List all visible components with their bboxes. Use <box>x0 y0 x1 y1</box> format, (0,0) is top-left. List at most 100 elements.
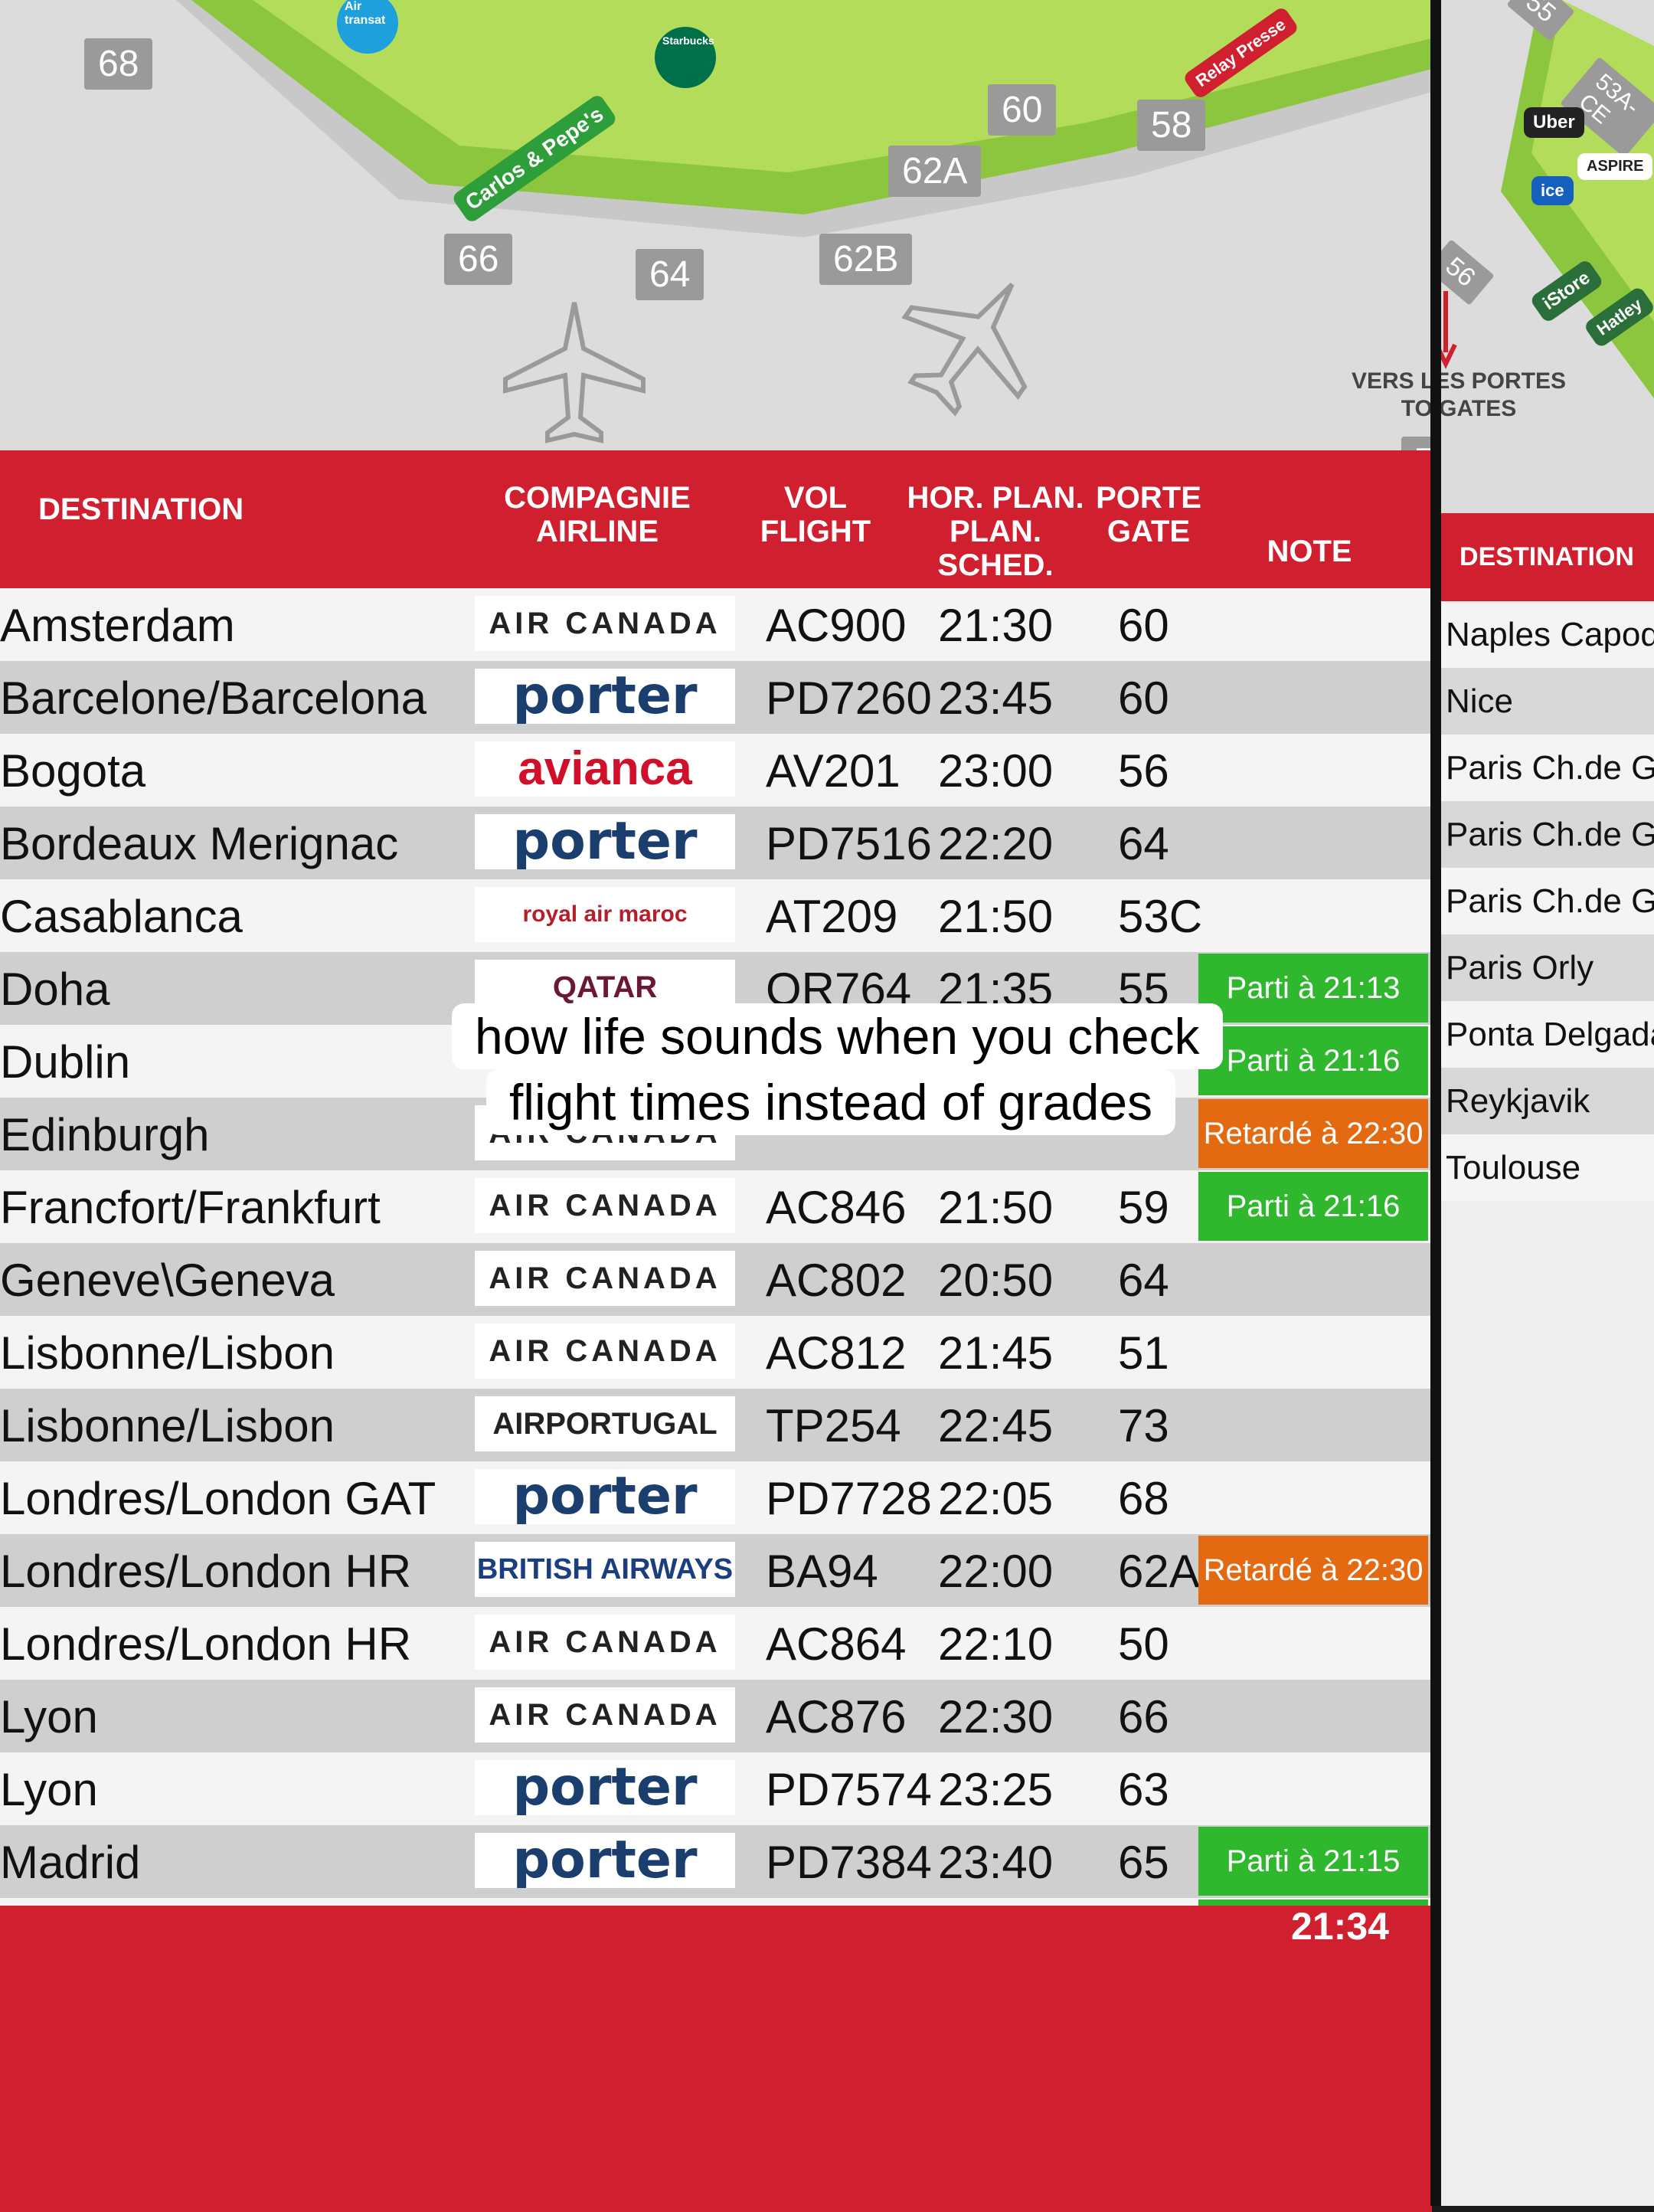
terminal-map: 68 66 64 62B 62A 60 58 72-73 Air transat… <box>0 0 1432 460</box>
table-row: Londres/London GAT porter PD7728 22:05 68 <box>0 1461 1432 1534</box>
header-flight: VOL FLIGHT <box>760 481 871 548</box>
flight-cell: AC864 <box>766 1618 907 1670</box>
gate-cell: 56 <box>1118 745 1169 797</box>
gate-cell: 51 <box>1118 1327 1169 1379</box>
time-cell: 22:00 <box>938 1546 1054 1597</box>
destination-cell: Francfort/Frankfurt <box>0 1182 381 1233</box>
gate-tag-64: 64 <box>636 249 704 300</box>
table-row: Londres/London HR AIR CANADA AC864 22:10 50 <box>0 1607 1432 1680</box>
to-gates-label: VERS LES PORTES TO GATES <box>1351 368 1567 421</box>
airline-logo: AIR CANADA <box>475 1251 735 1306</box>
gate-tag-66: 66 <box>444 234 513 285</box>
airline-logo: AIRPORTUGAL <box>475 1396 735 1451</box>
time-cell: 23:45 <box>938 672 1054 724</box>
gate-cell: 63 <box>1118 1764 1169 1815</box>
time-cell: 21:45 <box>938 1327 1054 1379</box>
screen-divider <box>1430 0 1441 2206</box>
time-cell: 21:30 <box>938 600 1054 651</box>
airline-logo: porter <box>475 1469 735 1524</box>
gate-tag-58: 58 <box>1137 100 1206 151</box>
gate-tag-60: 60 <box>988 84 1057 136</box>
time-cell: 23:00 <box>938 745 1054 797</box>
airline-logo: avianca <box>475 741 735 797</box>
board-clock: 21:34 <box>1291 1905 1389 1948</box>
flight-cell: AC846 <box>766 1182 907 1233</box>
gate-cell: 64 <box>1118 818 1169 869</box>
airline-logo: BRITISH AIRWAYS <box>475 1542 735 1597</box>
right-destination-cell: Paris Ch.de Gau <box>1440 801 1654 868</box>
header-destination: DESTINATION <box>38 492 244 526</box>
time-cell: 21:50 <box>938 891 1054 942</box>
airline-logo: porter <box>475 1760 735 1815</box>
table-row: Lyon AIR CANADA AC876 22:30 66 <box>0 1680 1432 1752</box>
terminal-map-right: 55 53A-CE 56 Uber ASPIRE ice iStore Hatl… <box>1440 0 1654 513</box>
airplane-icon <box>503 302 646 443</box>
flight-cell: PD7260 <box>766 672 932 724</box>
right-destination-cell: Toulouse <box>1440 1134 1654 1201</box>
time-cell: 22:20 <box>938 818 1054 869</box>
airline-logo: AIR CANADA <box>475 596 735 651</box>
gate-cell: 65 <box>1118 1837 1169 1888</box>
airline-logo: porter <box>475 669 735 724</box>
status-badge: Parti à 21:13 <box>1198 954 1428 1023</box>
board-header: DESTINATION COMPAGNIE AIRLINE VOL FLIGHT… <box>0 450 1432 588</box>
destination-cell: Madrid <box>0 1837 141 1888</box>
destination-cell: Lisbonne/Lisbon <box>0 1327 335 1379</box>
airline-logo: porter <box>475 1833 735 1888</box>
destination-cell: Bordeaux Merignac <box>0 818 399 869</box>
time-cell: 22:10 <box>938 1618 1054 1670</box>
right-destination-cell: Reykjavik <box>1440 1068 1654 1134</box>
flight-cell: AC802 <box>766 1255 907 1306</box>
status-badge: Retardé à 22:30 <box>1198 1536 1428 1605</box>
table-row: Amsterdam AIR CANADA AC900 21:30 60 <box>0 588 1432 661</box>
gate-cell: 59 <box>1118 1182 1169 1233</box>
right-destination-cell: Paris Ch.de Gau <box>1440 735 1654 801</box>
table-row: Londres/London HR BRITISH AIRWAYS BA94 22:0… <box>0 1534 1432 1607</box>
destination-cell: Londres/London HR <box>0 1546 412 1597</box>
destination-cell: Casablanca <box>0 891 243 942</box>
time-cell: 21:50 <box>938 1182 1054 1233</box>
destination-cell: Edinburgh <box>0 1109 210 1160</box>
status-badge: Parti à 21:16 <box>1198 1026 1428 1095</box>
airline-logo: AIR CANADA <box>475 1178 735 1233</box>
time-cell: 23:40 <box>938 1837 1054 1888</box>
table-row: Lisbonne/Lisbon AIR CANADA AC812 21:45 51 <box>0 1316 1432 1389</box>
right-destination-cell: Naples Capodic <box>1440 601 1654 668</box>
destination-cell: Amsterdam <box>0 600 235 651</box>
airline-logo: AIR CANADA <box>475 1687 735 1742</box>
flight-cell: AC876 <box>766 1691 907 1742</box>
right-destination-cell: Paris Ch.de Gau <box>1440 868 1654 934</box>
gate-cell: 68 <box>1118 1473 1169 1524</box>
table-row: Madrid porter PD7384 23:40 65 Parti à 21:15 <box>0 1825 1432 1898</box>
time-cell: 22:45 <box>938 1400 1054 1451</box>
airline-logo: AIR CANADA <box>475 1615 735 1670</box>
destination-cell: Geneve\Geneva <box>0 1255 335 1306</box>
flight-cell: PD7516 <box>766 818 932 869</box>
gate-cell: 62A <box>1118 1546 1200 1597</box>
time-cell: 20:50 <box>938 1255 1054 1306</box>
table-row: Barcelone/Barcelona porter PD7260 23:45 60 <box>0 661 1432 734</box>
uber-sign: Uber <box>1524 107 1584 138</box>
table-row: Geneve\Geneva AIR CANADA AC802 20:50 64 <box>0 1243 1432 1316</box>
destination-cell: Londres/London HR <box>0 1618 412 1670</box>
gate-cell: 50 <box>1118 1618 1169 1670</box>
right-destination-cell: Paris Orly <box>1440 934 1654 1001</box>
airline-logo: porter <box>475 814 735 869</box>
flight-cell: AC900 <box>766 600 907 651</box>
flight-cell: PD7728 <box>766 1473 932 1524</box>
gate-tag-68: 68 <box>84 38 153 90</box>
flight-cell: PD7574 <box>766 1764 932 1815</box>
caption-overlay: how life sounds when you check flight ti… <box>452 1003 1223 1135</box>
flight-cell: BA94 <box>766 1546 878 1597</box>
header-gate: PORTE GATE <box>1096 481 1201 548</box>
status-badge: Retardé à 22:30 <box>1198 1099 1428 1168</box>
starbucks-sign: Starbucks <box>655 27 716 88</box>
table-row: Bogota avianca AV201 23:00 56 <box>0 734 1432 807</box>
gate-cell: 73 <box>1118 1400 1169 1451</box>
gate-tag-62a: 62A <box>888 146 982 197</box>
header-airline: COMPAGNIE AIRLINE <box>504 481 691 548</box>
time-cell: 22:05 <box>938 1473 1054 1524</box>
flight-cell: PD7384 <box>766 1837 932 1888</box>
table-row: Casablanca royal air maroc AT209 21:50 53C <box>0 879 1432 952</box>
destination-cell: Lyon <box>0 1691 98 1742</box>
